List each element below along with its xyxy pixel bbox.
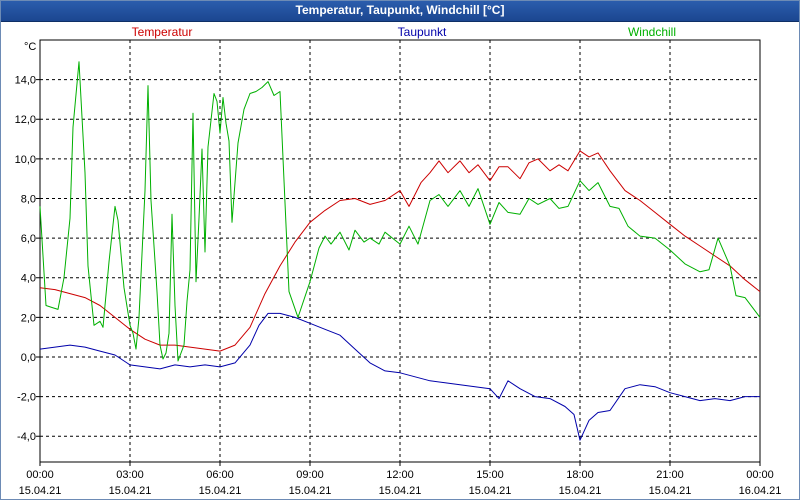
- y-tick-label: 8,0: [21, 193, 36, 205]
- x-tick-date-label: 15.04.21: [559, 485, 602, 497]
- x-tick-date-label: 15.04.21: [649, 485, 692, 497]
- x-tick-time-label: 00:00: [746, 469, 774, 481]
- x-tick-date-label: 15.04.21: [19, 485, 62, 497]
- y-unit-label: °C: [24, 41, 36, 53]
- y-tick-label: -4,0: [17, 431, 36, 443]
- legend-temperatur: Temperatur: [132, 25, 193, 39]
- y-tick-label: 12,0: [15, 114, 36, 126]
- y-tick-label: 0,0: [21, 352, 36, 364]
- x-tick-date-label: 15.04.21: [469, 485, 512, 497]
- x-tick-date-label: 16.04.21: [739, 485, 782, 497]
- y-tick-label: 14,0: [15, 75, 36, 87]
- x-tick-time-label: 12:00: [386, 469, 414, 481]
- y-tick-label: -2,0: [17, 392, 36, 404]
- x-tick-date-label: 15.04.21: [289, 485, 332, 497]
- x-tick-time-label: 06:00: [206, 469, 234, 481]
- x-tick-time-label: 03:00: [116, 469, 144, 481]
- x-tick-time-label: 21:00: [656, 469, 684, 481]
- x-tick-date-label: 15.04.21: [199, 485, 242, 497]
- x-tick-time-label: 18:00: [566, 469, 594, 481]
- y-axis: 14,0 12,0 10,0 8,0 6,0 4,0 2,0 0,0 -2,0 -4,0: [15, 75, 40, 443]
- x-tick-date-label: 15.04.21: [379, 485, 422, 497]
- chart-svg: 14,0 12,0 10,0 8,0 6,0 4,0 2,0 0,0 -2,0 -4,0 00:0…: [15, 25, 782, 497]
- y-tick-label: 10,0: [15, 154, 36, 166]
- y-tick-label: 4,0: [21, 273, 36, 285]
- legend-taupunkt: Taupunkt: [398, 25, 447, 39]
- y-tick-label: 6,0: [21, 233, 36, 245]
- y-tick-label: 2,0: [21, 312, 36, 324]
- legend-windchill: Windchill: [628, 25, 676, 39]
- x-tick-time-label: 15:00: [476, 469, 504, 481]
- x-axis: 00:00 15.04.21 03:00 15.04.21 06:00 15.04.21 0…: [19, 462, 782, 497]
- x-tick-date-label: 15.04.21: [109, 485, 152, 497]
- x-tick-time-label: 09:00: [296, 469, 324, 481]
- x-tick-time-label: 00:00: [26, 469, 54, 481]
